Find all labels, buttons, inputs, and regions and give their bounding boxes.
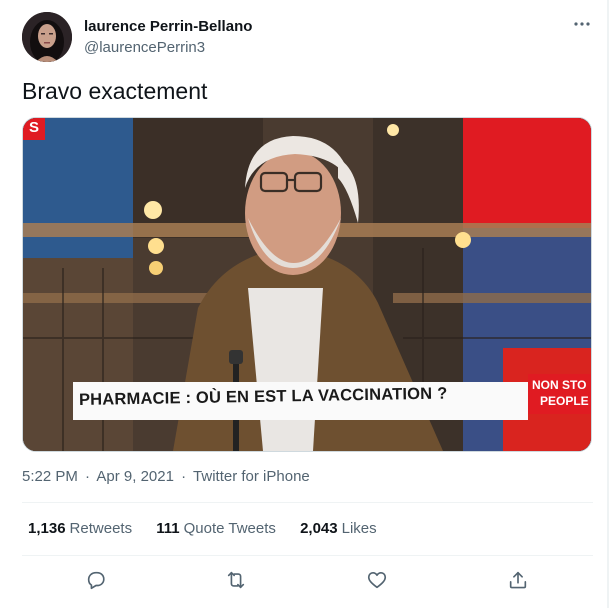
quotes-count: 111: [156, 520, 180, 537]
video-thumbnail[interactable]: PHARMACIE : OÙ EN EST LA VACCINATION ? S…: [22, 117, 592, 452]
tweet-header: laurence Perrin-Bellano @laurencePerrin3: [22, 12, 592, 62]
like-icon[interactable]: [363, 566, 391, 594]
tweet-source[interactable]: Twitter for iPhone: [193, 468, 310, 485]
more-icon[interactable]: [572, 14, 592, 34]
tweet-time[interactable]: 5:22 PM: [22, 468, 78, 485]
tweet-text: Bravo exactement: [22, 78, 208, 104]
retweets-stat[interactable]: 1,136 Retweets: [28, 520, 132, 537]
retweets-count: 1,136: [28, 520, 66, 537]
likes-count: 2,043: [300, 520, 338, 537]
author-display-name[interactable]: laurence Perrin-Bellano: [84, 18, 252, 35]
tweet-actions: [22, 566, 590, 594]
avatar[interactable]: [22, 12, 72, 62]
quotes-label: Quote Tweets: [183, 520, 276, 537]
retweet-icon[interactable]: [222, 566, 250, 594]
channel-corner: S: [29, 119, 40, 136]
retweets-label: Retweets: [69, 520, 133, 537]
author-handle[interactable]: @laurencePerrin3: [84, 39, 205, 56]
quote-tweets-stat[interactable]: 111 Quote Tweets: [156, 520, 276, 537]
divider: [22, 502, 593, 503]
likes-stat[interactable]: 2,043 Likes: [300, 520, 377, 537]
channel-tag-line2: PEOPLE: [540, 394, 589, 408]
meta-sep: ·: [85, 468, 91, 485]
channel-tag-line1: NON STO: [532, 378, 587, 392]
divider: [22, 555, 593, 556]
likes-label: Likes: [341, 520, 377, 537]
tweet-stats: 1,136 Retweets 111 Quote Tweets 2,043 Likes: [28, 520, 397, 537]
share-icon[interactable]: [504, 566, 532, 594]
profile-photo-icon: [22, 12, 72, 62]
reply-icon[interactable]: [82, 566, 110, 594]
meta-sep: ·: [181, 468, 187, 485]
tweet-metadata: 5:22 PM · Apr 9, 2021 · Twitter for iPho…: [22, 468, 310, 485]
tweet-date[interactable]: Apr 9, 2021: [96, 468, 174, 485]
